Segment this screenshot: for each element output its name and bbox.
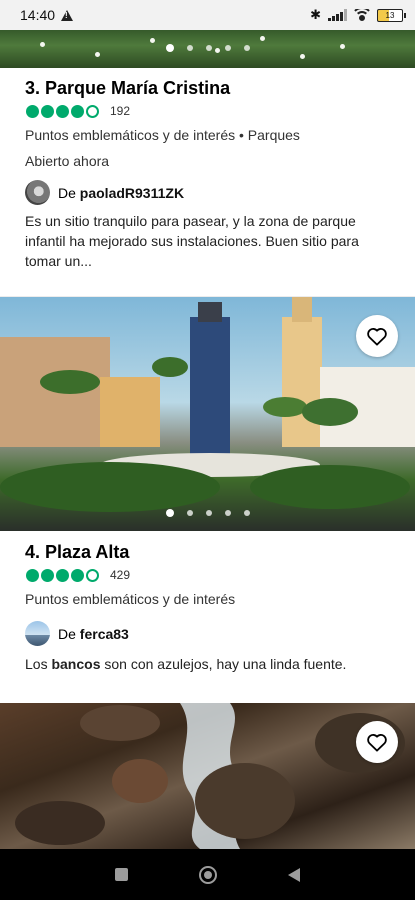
review-count: 429 <box>110 568 131 582</box>
favorite-button[interactable] <box>356 315 398 357</box>
review-count: 192 <box>110 104 131 118</box>
plaza-illustration <box>0 297 415 512</box>
avatar <box>25 621 50 646</box>
snippet-text: son con azulejos, hay una linda fuente. <box>100 656 347 672</box>
wifi-icon <box>354 9 370 21</box>
rating-bubble-full <box>71 568 84 582</box>
recents-square-icon[interactable] <box>115 868 129 881</box>
review-author[interactable]: De paoladR9311ZK <box>25 180 184 205</box>
carousel-dot-active <box>165 44 174 52</box>
listing-3-photo[interactable] <box>0 30 415 68</box>
carousel-dots <box>0 44 415 52</box>
carousel-dot <box>205 510 212 516</box>
author-prefix: De <box>58 184 76 201</box>
snippet-text: Los <box>25 656 52 672</box>
heart-icon <box>367 328 387 346</box>
signal-icon <box>328 9 347 21</box>
carousel-dot <box>205 45 212 51</box>
status-indicators: ✱ 13 <box>310 7 406 23</box>
rating-bubbles: 192 <box>26 104 130 118</box>
rating-bubble-full <box>26 104 39 118</box>
rating-bubbles: 429 <box>26 568 130 582</box>
carousel-dot <box>224 45 231 51</box>
carousel-dot <box>243 45 250 51</box>
rating-bubble-full <box>56 104 69 118</box>
home-circle-icon[interactable] <box>198 865 217 884</box>
rating-bubble-full <box>71 104 84 118</box>
avatar <box>25 180 50 205</box>
battery-icon: 13 <box>377 8 406 22</box>
carousel-dot <box>243 510 250 516</box>
carousel-dot <box>224 510 231 516</box>
carousel-dot-active <box>165 509 174 517</box>
author-name: ferca83 <box>79 625 129 642</box>
listing-4-photo[interactable] <box>0 297 415 531</box>
back-triangle-icon[interactable] <box>287 867 300 882</box>
carousel-dot <box>186 45 193 51</box>
warning-icon <box>61 9 74 21</box>
rating-bubble-empty <box>86 568 99 582</box>
author-prefix: De <box>58 625 76 642</box>
heart-icon <box>367 734 387 752</box>
author-name: paoladR9311ZK <box>79 184 185 201</box>
listing-5-photo[interactable] <box>0 703 415 849</box>
carousel-dot <box>186 510 193 516</box>
status-time: 14:40 <box>20 7 56 23</box>
battery-level: 13 <box>385 10 395 20</box>
rating-bubble-empty <box>86 104 99 118</box>
rating-bubble-full <box>26 568 39 582</box>
carousel-dots <box>0 509 415 517</box>
review-snippet[interactable]: Los bancos son con azulejos, hay una lin… <box>25 654 397 674</box>
status-bar: 14:40 ✱ 13 <box>0 0 415 30</box>
listing-title[interactable]: 4. Plaza Alta <box>25 542 129 563</box>
listing-title[interactable]: 3. Parque María Cristina <box>25 78 230 99</box>
snippet-highlight: bancos <box>51 656 101 672</box>
bluetooth-icon: ✱ <box>310 7 321 23</box>
open-status: Abierto ahora <box>25 153 110 169</box>
rating-bubble-full <box>56 568 69 582</box>
listing-categories: Puntos emblemáticos y de interés <box>25 591 236 607</box>
listing-categories: Puntos emblemáticos y de interés • Parqu… <box>25 127 300 143</box>
rating-bubble-full <box>41 104 54 118</box>
review-author[interactable]: De ferca83 <box>25 621 129 646</box>
favorite-button[interactable] <box>356 721 398 763</box>
review-snippet[interactable]: Es un sitio tranquilo para pasear, y la … <box>25 211 397 271</box>
river-illustration <box>15 703 405 849</box>
system-navigation-bar <box>0 849 415 900</box>
rating-bubble-full <box>41 568 54 582</box>
